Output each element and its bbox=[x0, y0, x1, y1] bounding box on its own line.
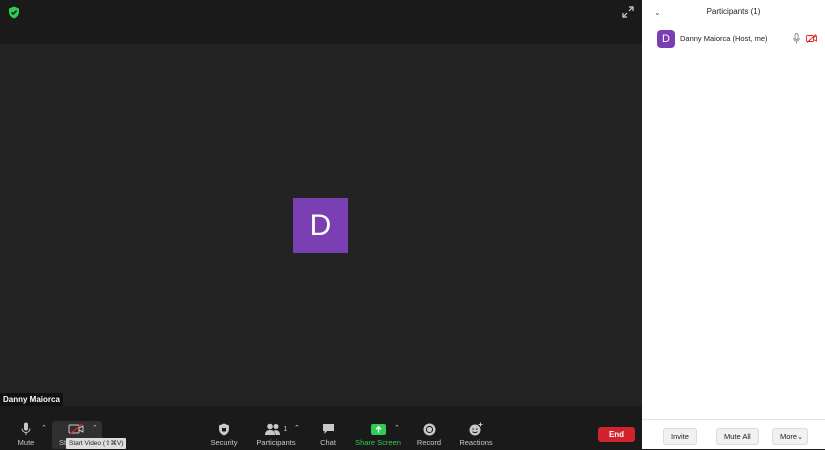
participants-count: 1 bbox=[283, 425, 288, 433]
reactions-button[interactable]: Reactions bbox=[459, 406, 493, 449]
mute-label: Mute bbox=[17, 438, 35, 447]
mute-all-button[interactable]: Mute All bbox=[716, 428, 759, 445]
participants-panel-footer: Invite Mute All More⌄ bbox=[642, 419, 825, 450]
share-options-caret-icon[interactable]: ⌃ bbox=[394, 424, 402, 432]
participants-options-caret-icon[interactable]: ⌃ bbox=[294, 424, 302, 432]
participant-name-tag: Danny Maiorca bbox=[0, 393, 63, 407]
record-button[interactable]: Record bbox=[416, 406, 442, 449]
video-off-icon bbox=[68, 423, 84, 435]
participants-label: Participants bbox=[256, 438, 296, 447]
participant-microphone-icon bbox=[793, 33, 800, 44]
participants-icon bbox=[264, 423, 280, 435]
chat-button[interactable]: Chat bbox=[316, 406, 340, 449]
share-screen-icon bbox=[370, 423, 386, 435]
participant-name: Danny Maiorca (Host, me) bbox=[680, 34, 768, 43]
mute-options-caret-icon[interactable]: ⌃ bbox=[41, 424, 49, 432]
invite-button[interactable]: Invite bbox=[663, 428, 697, 445]
more-button[interactable]: More⌄ bbox=[772, 428, 808, 445]
participants-panel-header: ⌄ Participants (1) bbox=[642, 0, 825, 26]
shield-icon[interactable] bbox=[8, 6, 20, 19]
more-label: More bbox=[780, 432, 798, 441]
video-options-caret-icon[interactable]: ⌃ bbox=[92, 424, 100, 432]
security-label: Security bbox=[210, 438, 238, 447]
participant-avatar-large: D bbox=[293, 198, 348, 253]
security-shield-icon bbox=[219, 423, 229, 435]
mute-button[interactable]: Mute bbox=[12, 406, 40, 449]
top-bar bbox=[0, 0, 642, 44]
participants-panel-title: Participants (1) bbox=[706, 7, 761, 16]
record-label: Record bbox=[416, 438, 442, 447]
participant-row[interactable]: D Danny Maiorca (Host, me) bbox=[642, 29, 825, 49]
participants-button[interactable]: 1 Participants bbox=[256, 406, 296, 449]
start-video-tooltip: Start Video (⇧⌘V) bbox=[66, 438, 127, 449]
share-screen-label: Share Screen bbox=[355, 438, 401, 447]
fullscreen-icon[interactable] bbox=[621, 5, 635, 19]
participant-video-off-icon bbox=[806, 34, 817, 43]
participant-avatar: D bbox=[657, 30, 675, 48]
participants-panel: ⌄ Participants (1) D Danny Maiorca (Host… bbox=[642, 0, 825, 449]
microphone-icon bbox=[21, 422, 31, 435]
end-meeting-button[interactable]: End bbox=[598, 427, 635, 442]
record-icon bbox=[423, 423, 435, 435]
meeting-window: D Danny Maiorca Mute ⌃ St ⌃ Start Video … bbox=[0, 0, 642, 449]
chat-label: Chat bbox=[320, 438, 336, 447]
security-button[interactable]: Security bbox=[206, 406, 242, 449]
chat-bubble-icon bbox=[322, 424, 334, 434]
more-chevron-down-icon: ⌄ bbox=[797, 434, 803, 441]
reactions-label: Reactions bbox=[459, 438, 493, 447]
emoji-reaction-icon bbox=[469, 422, 483, 436]
